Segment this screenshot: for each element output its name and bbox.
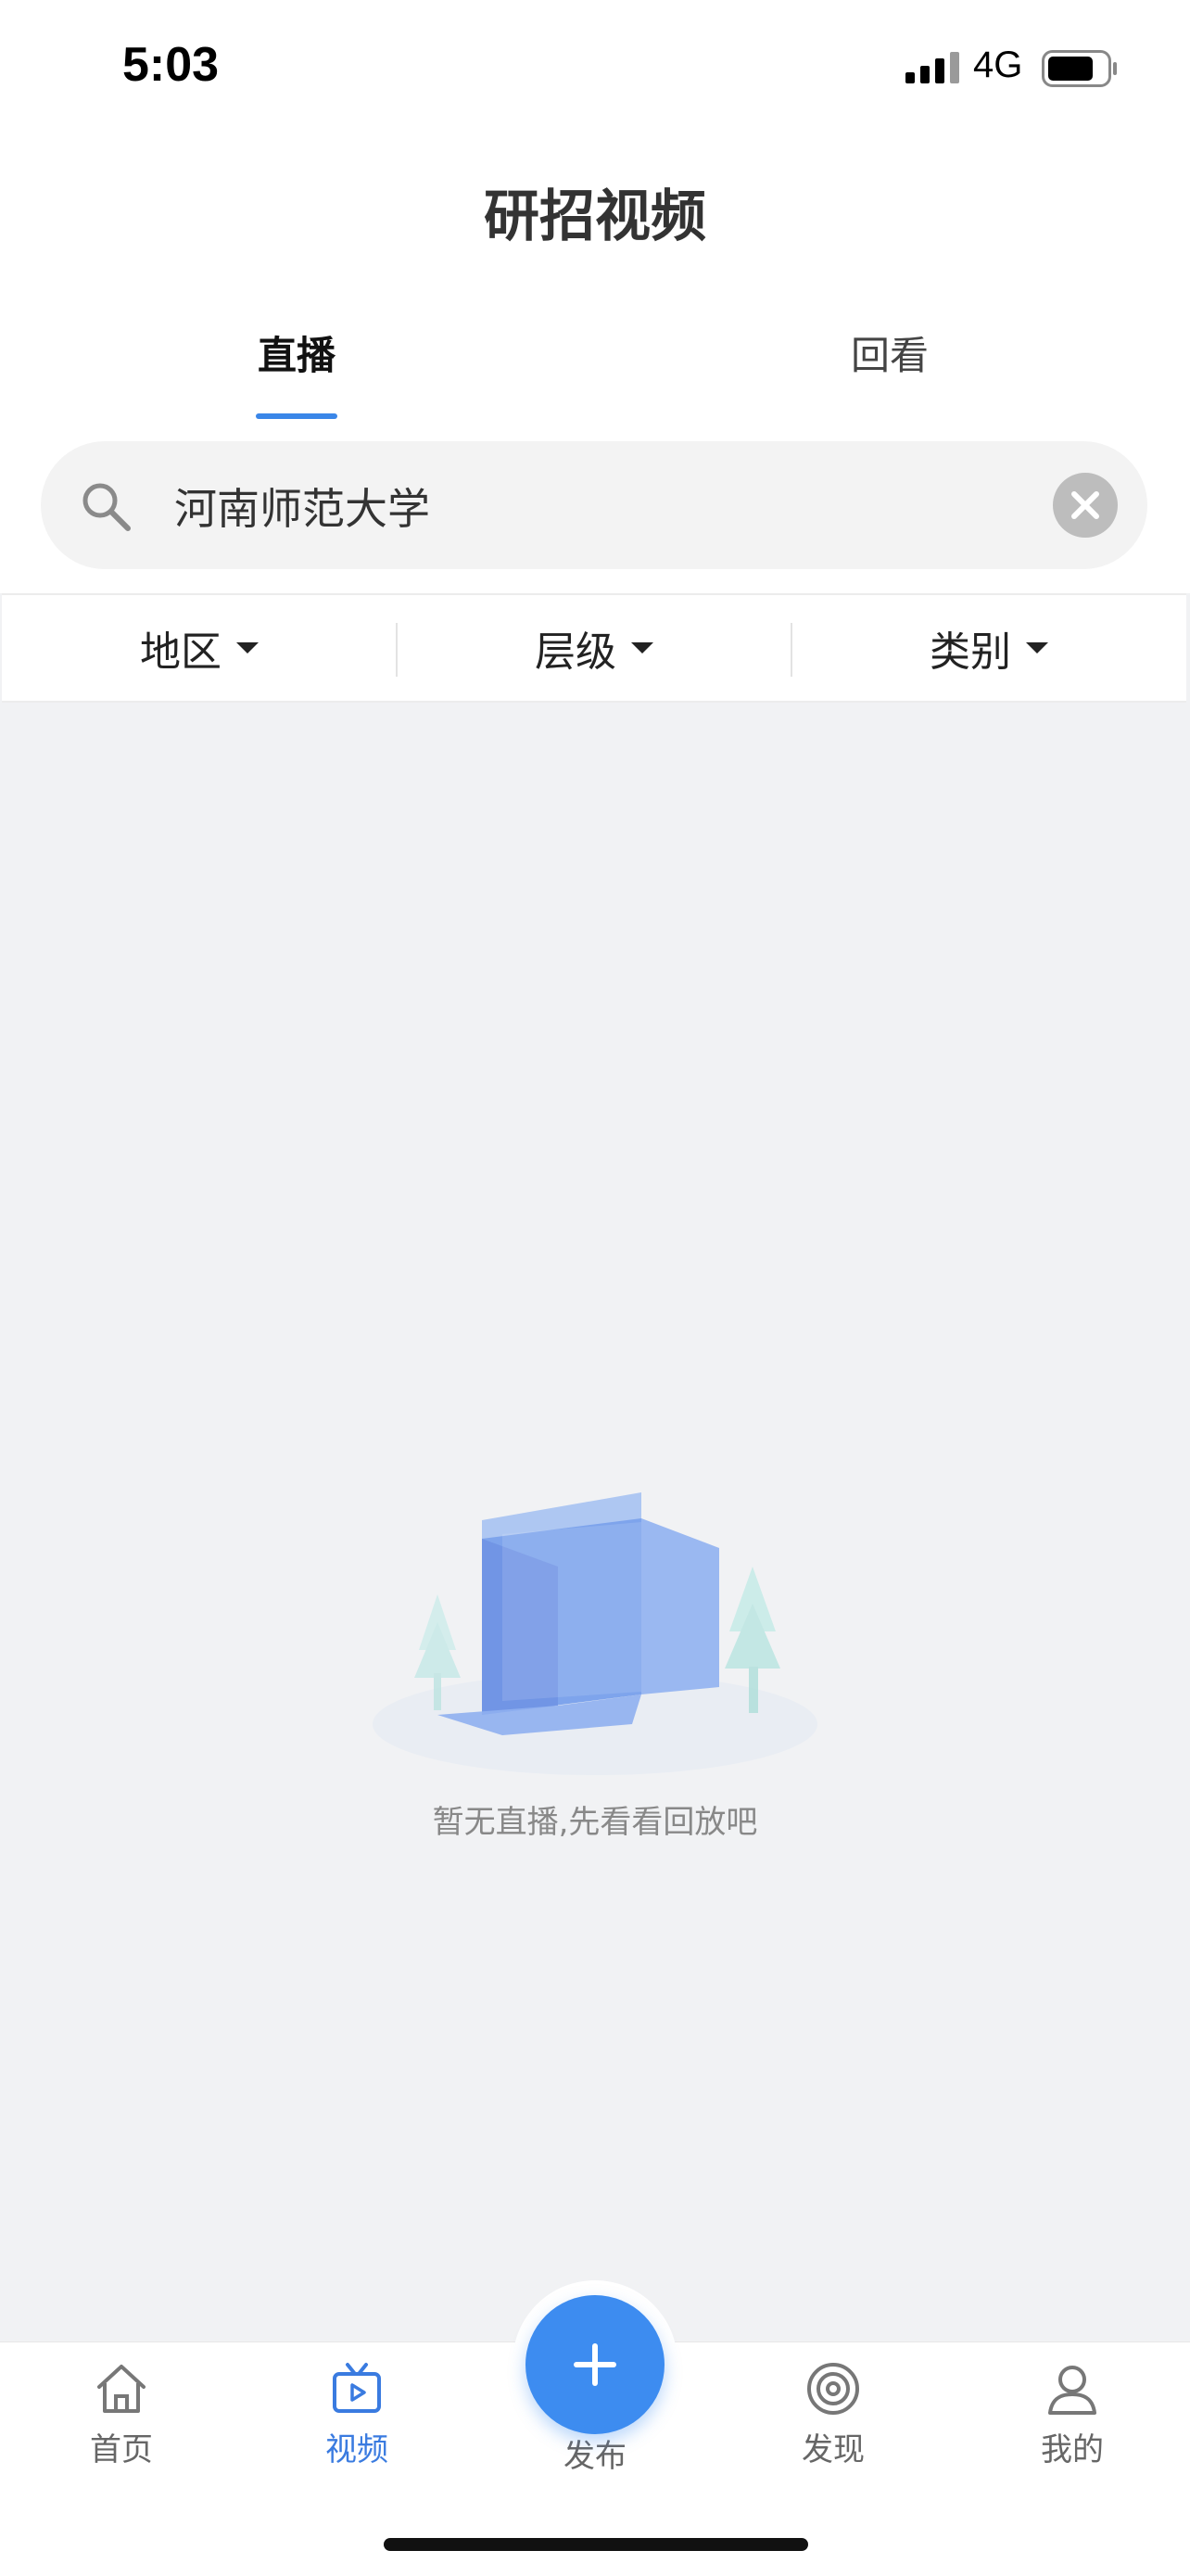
close-icon: [1071, 491, 1099, 519]
home-indicator[interactable]: [384, 2538, 808, 2551]
clear-search-button[interactable]: [1053, 473, 1118, 538]
active-tab-indicator: [256, 413, 337, 419]
tabbar-label-home: 首页: [90, 2431, 153, 2468]
filter-level[interactable]: 层级: [397, 595, 791, 701]
filter-region[interactable]: 地区: [2, 595, 397, 701]
tabbar-item-discover[interactable]: 发现: [764, 2359, 903, 2469]
publish-button[interactable]: [525, 2295, 665, 2434]
caret-down-icon: [236, 642, 259, 654]
caret-down-icon: [631, 642, 653, 654]
search-icon: [82, 483, 131, 531]
tabbar-label-video: 视频: [325, 2431, 388, 2468]
filter-category[interactable]: 类别: [791, 595, 1186, 701]
tabbar-label-discover: 发现: [802, 2431, 865, 2468]
tabbar-item-video[interactable]: 视频: [287, 2359, 426, 2469]
filter-bar: 地区 层级 类别: [2, 593, 1186, 703]
status-time: 5:03: [122, 38, 220, 92]
user-icon: [1048, 2366, 1096, 2415]
empty-state-message: 暂无直播,先看看回放吧: [432, 1804, 758, 1841]
tabbar-label-profile: 我的: [1041, 2431, 1104, 2468]
tab-replay[interactable]: 回看: [834, 324, 945, 381]
plus-icon-vertical: [592, 2343, 598, 2386]
network-type: 4G: [973, 44, 1023, 85]
filter-category-label: 类别: [930, 628, 1011, 676]
filter-region-label: 地区: [140, 628, 222, 676]
tabbar-item-home[interactable]: 首页: [52, 2359, 191, 2469]
tabbar-item-profile[interactable]: 我的: [1003, 2359, 1142, 2469]
tabbar-label-publish: 发布: [563, 2438, 627, 2475]
tab-live[interactable]: 直播: [241, 324, 352, 381]
filter-level-label: 层级: [535, 628, 616, 676]
search-bar[interactable]: [41, 441, 1147, 569]
target-icon: [807, 2363, 859, 2415]
tv-icon: [333, 2363, 381, 2413]
page-title: 研招视频: [484, 184, 706, 249]
home-icon: [97, 2365, 146, 2413]
signal-icon: [905, 52, 959, 83]
empty-box-illustration: [373, 1492, 817, 1775]
caret-down-icon: [1026, 642, 1048, 654]
search-input[interactable]: [172, 471, 1010, 541]
battery-icon: [1042, 50, 1117, 87]
status-bar: 5:03 4G: [0, 0, 1190, 134]
